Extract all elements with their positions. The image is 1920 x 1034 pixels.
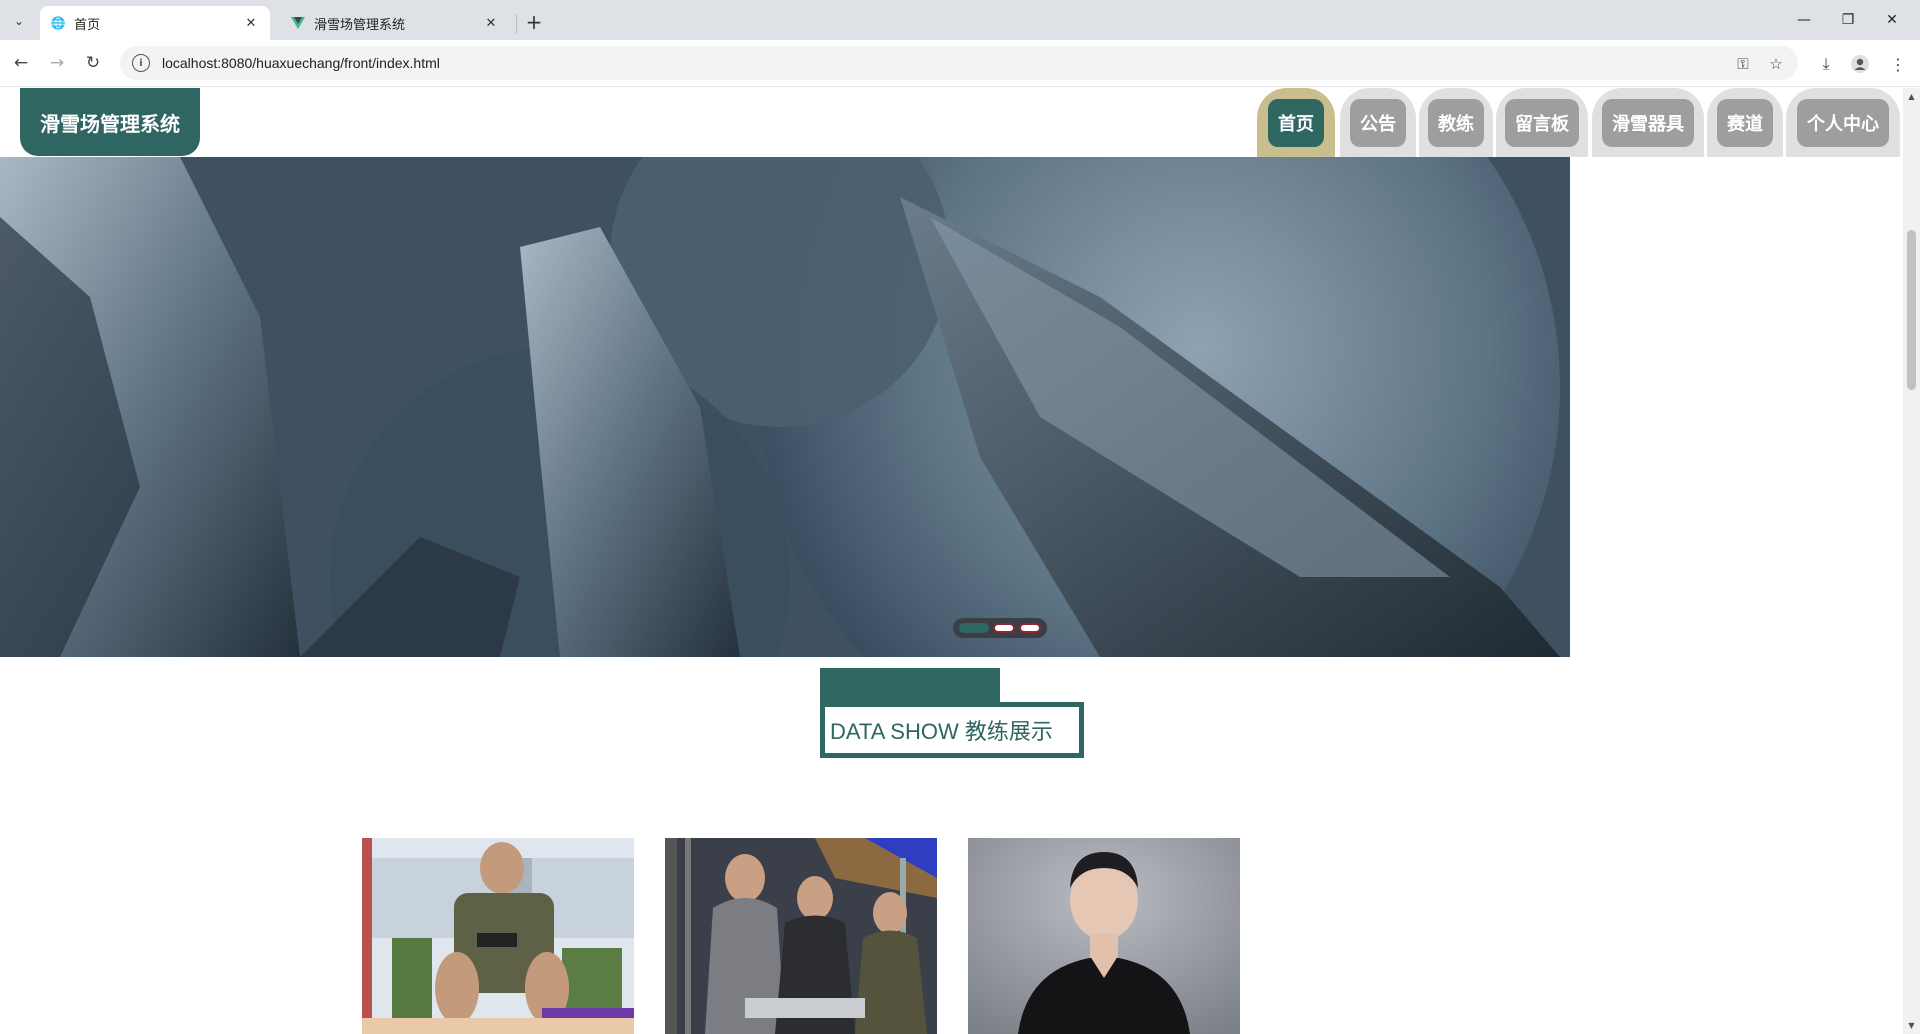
banner-carousel[interactable] xyxy=(0,157,1570,657)
tab-close-icon[interactable]: ✕ xyxy=(242,14,260,32)
scrollbar-thumb[interactable] xyxy=(1907,230,1916,390)
tab-home[interactable]: 🌐 首页 ✕ xyxy=(40,6,270,40)
nav-tracks[interactable]: 赛道 xyxy=(1707,88,1783,157)
tab-title: 滑雪场管理系统 xyxy=(314,17,406,33)
address-bar[interactable]: i localhost:8080/huaxuechang/front/index… xyxy=(120,46,1798,80)
coach-photo xyxy=(968,838,1240,1034)
new-tab-button[interactable]: + xyxy=(520,8,548,36)
download-icon[interactable]: ⤓ xyxy=(1812,50,1840,78)
nav-personal-center-label: 个人中心 xyxy=(1797,98,1889,147)
page-viewport: 滑雪场管理系统 首页 公告 教练 留言板 滑雪器具 赛道 个人中心 DATA S… xyxy=(0,88,1920,1034)
forward-icon[interactable]: → xyxy=(42,48,72,78)
site-info-icon[interactable]: i xyxy=(132,54,150,72)
tab-system[interactable]: 滑雪场管理系统 ✕ xyxy=(280,6,510,40)
bookmark-star-icon[interactable]: ☆ xyxy=(1765,53,1787,75)
tab-search-icon[interactable]: ⌄ xyxy=(6,8,32,34)
nav-announcements-label: 公告 xyxy=(1350,98,1406,147)
coach-card[interactable] xyxy=(665,838,937,1034)
scroll-down-icon[interactable]: ▼ xyxy=(1903,1017,1920,1034)
nav-home[interactable]: 首页 xyxy=(1257,88,1335,157)
back-icon[interactable]: ← xyxy=(6,48,36,78)
password-key-icon[interactable]: ⚿ xyxy=(1732,53,1754,75)
coach-photo xyxy=(665,838,937,1034)
site-logo[interactable]: 滑雪场管理系统 xyxy=(20,88,200,156)
carousel-indicators xyxy=(953,618,1047,638)
scroll-up-icon[interactable]: ▲ xyxy=(1903,88,1920,105)
site-header: 滑雪场管理系统 首页 公告 教练 留言板 滑雪器具 赛道 个人中心 xyxy=(0,88,1903,157)
carousel-dot-2[interactable] xyxy=(993,623,1015,633)
section-title-inner: DATA SHOW 教练展示 xyxy=(825,707,1079,753)
nav-home-label: 首页 xyxy=(1268,98,1324,147)
coach-photo xyxy=(362,838,634,1034)
section-title-box: DATA SHOW 教练展示 xyxy=(820,702,1084,758)
carousel-dot-3[interactable] xyxy=(1019,623,1041,633)
nav-tracks-label: 赛道 xyxy=(1717,98,1773,147)
restore-icon[interactable]: ❐ xyxy=(1826,4,1870,36)
nav-ski-equipment[interactable]: 滑雪器具 xyxy=(1592,88,1704,157)
banner-image xyxy=(0,157,1570,657)
nav-personal-center[interactable]: 个人中心 xyxy=(1786,88,1900,157)
carousel-dot-1[interactable] xyxy=(959,623,989,633)
browser-tab-bar: ⌄ 🌐 首页 ✕ 滑雪场管理系统 ✕ + — ❐ ✕ xyxy=(0,0,1920,40)
tab-close-icon[interactable]: ✕ xyxy=(482,14,500,32)
globe-icon: 🌐 xyxy=(50,16,66,30)
nav-announcements[interactable]: 公告 xyxy=(1340,88,1416,157)
page-scrollbar[interactable]: ▲ ▼ xyxy=(1903,88,1920,1034)
menu-kebab-icon[interactable]: ⋮ xyxy=(1884,50,1912,78)
browser-toolbar: ← → ↻ i localhost:8080/huaxuechang/front… xyxy=(0,40,1920,87)
vue-logo-icon xyxy=(290,15,306,31)
section-title: DATA SHOW 教练展示 xyxy=(830,719,1053,744)
nav-ski-equipment-label: 滑雪器具 xyxy=(1602,98,1694,147)
coach-card[interactable] xyxy=(362,838,634,1034)
reload-icon[interactable]: ↻ xyxy=(78,48,108,78)
nav-message-board[interactable]: 留言板 xyxy=(1496,88,1588,157)
profile-avatar-icon[interactable] xyxy=(1846,50,1874,78)
tab-title: 首页 xyxy=(74,17,101,33)
close-window-icon[interactable]: ✕ xyxy=(1870,4,1914,36)
coach-card[interactable] xyxy=(968,838,1240,1034)
minimize-icon[interactable]: — xyxy=(1782,4,1826,36)
nav-message-board-label: 留言板 xyxy=(1505,98,1579,147)
url-text: localhost:8080/huaxuechang/front/index.h… xyxy=(162,55,440,71)
nav-coaches-label: 教练 xyxy=(1428,98,1484,147)
nav-coaches[interactable]: 教练 xyxy=(1419,88,1493,157)
tab-divider xyxy=(516,14,517,34)
